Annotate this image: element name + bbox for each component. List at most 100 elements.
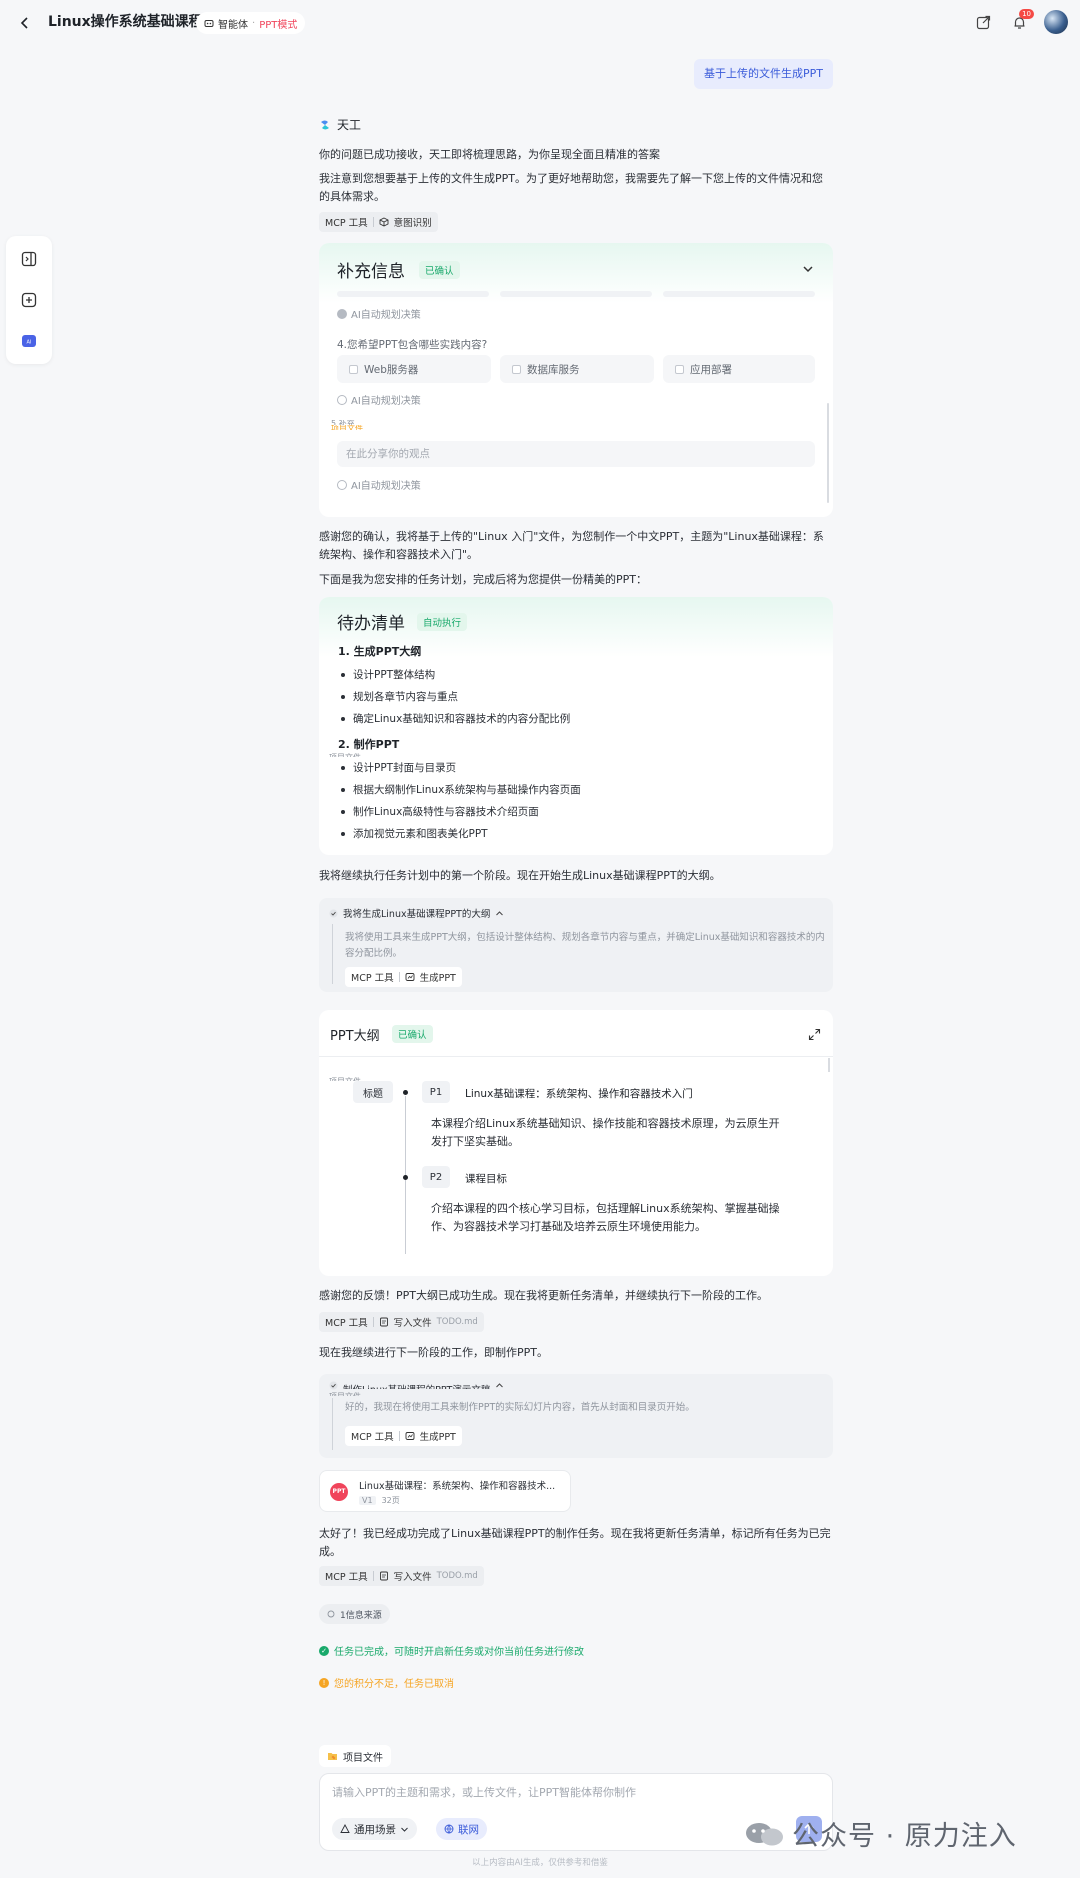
ai-auto-option-checked[interactable]: AI自动规划决策 <box>337 306 421 321</box>
option-label: Web服务器 <box>364 363 419 376</box>
scrollbar[interactable] <box>827 403 829 503</box>
source-icon <box>327 1610 335 1618</box>
ppt-icon <box>405 1432 415 1440</box>
scene-icon <box>340 1824 350 1833</box>
project-files-button[interactable]: 项目文件 <box>319 1745 391 1767</box>
faded-option <box>337 291 489 297</box>
step-description: 我将使用工具来生成PPT大纲，包括设计整体结构、规划各章节内容与重点，并确定Li… <box>345 932 825 959</box>
chevron-down-icon <box>401 1827 408 1832</box>
avatar[interactable] <box>1044 10 1068 34</box>
back-button[interactable] <box>14 12 36 34</box>
brand-icon: AI <box>22 335 36 347</box>
prompt-input[interactable]: 请输入PPT的主题和需求，或上传文件，让PPT智能体帮你制作 <box>332 1784 636 1800</box>
collapse-button[interactable] <box>801 261 815 280</box>
check-circle-icon <box>329 909 338 917</box>
watermark-text: 公众号 · 原力注入 <box>792 1821 1017 1852</box>
mode-indicator[interactable]: 智能体 · PPT模式 <box>196 12 306 34</box>
new-chat-button[interactable] <box>19 290 39 310</box>
divider <box>372 1571 374 1581</box>
todo-item: 添加视觉元素和图表美化PPT <box>341 826 488 841</box>
status-badge: 已确认 <box>392 1025 433 1043</box>
agent-header: 天工 <box>319 116 361 133</box>
step-connector <box>332 924 333 984</box>
reply-confirm: 感谢您的确认，我将基于上传的"Linux 入门"文件，为您制作一个中文PPT，主… <box>319 530 824 561</box>
reply-phase-1: 我将继续执行任务计划中的第一个阶段。现在开始生成Linux基础课程PPT的大纲。 <box>319 869 721 882</box>
status-task-done: ✓ 任务已完成，可随时开启新任务或对你当前任务进行修改 <box>319 1643 584 1658</box>
status-done-text: 任务已完成，可随时开启新任务或对你当前任务进行修改 <box>334 1647 584 1658</box>
todo-item: 设计PPT整体结构 <box>341 667 435 682</box>
todo-item-label: 确定Linux基础知识和容器技术的内容分配比例 <box>353 713 571 725</box>
option-web-server[interactable]: Web服务器 <box>337 355 491 383</box>
expand-icon <box>808 1028 821 1041</box>
step-header[interactable]: 我将生成Linux基础课程PPT的大纲 <box>329 906 504 920</box>
page-count: 32页 <box>381 1496 400 1505</box>
question-4: 4.您希望PPT包含哪些实践内容? <box>337 339 488 351</box>
tool-generate-label: 生成PPT <box>419 973 456 984</box>
tool-usage-write[interactable]: MCP 工具 写入文件 TODO.md <box>319 1312 484 1332</box>
ppt-mode-label: PPT模式 <box>259 19 298 31</box>
step-title: 制作Linux基础课程的PPT演示文稿 <box>343 1382 490 1389</box>
wechat-logo-icon <box>746 1822 783 1845</box>
expand-button[interactable] <box>808 1026 821 1045</box>
reply-complete: 太好了！我已经成功完成了Linux基础课程PPT的制作任务。现在我将更新任务清单… <box>319 1527 831 1558</box>
tool-mcp-label: MCP 工具 <box>351 1432 394 1443</box>
reply-next-phase: 现在我继续进行下一阶段的工作，即制作PPT。 <box>319 1346 548 1359</box>
ppt-file-meta: V1 32页 <box>359 1495 400 1506</box>
status-badge: 已确认 <box>419 261 460 279</box>
tool-usage-intent[interactable]: MCP 工具 意图识别 <box>319 212 438 232</box>
faded-option <box>663 291 815 297</box>
ai-auto-option[interactable]: AI自动规划决策 <box>337 477 421 492</box>
plus-square-icon <box>21 292 37 308</box>
checkbox-icon <box>349 364 358 374</box>
page-description: 本课程介绍Linux系统基础知识、操作技能和容器技术原理，为云原生开发打下坚实基… <box>431 1117 780 1148</box>
todo-item-label: 添加视觉元素和图表美化PPT <box>353 828 488 840</box>
page-id: P1 <box>422 1081 450 1103</box>
outline-bullet <box>403 1090 408 1095</box>
top-bar: Linux操作系统基础课程 智能体 · PPT模式 10 <box>0 0 1080 46</box>
tool-usage-write[interactable]: MCP 工具 写入文件 TODO.md <box>319 1566 484 1586</box>
sidebar-toggle-button[interactable] <box>19 249 39 269</box>
share-button[interactable] <box>972 11 994 33</box>
tool-usage-generate[interactable]: MCP 工具 生成PPT <box>345 1426 462 1446</box>
sidebar-expand-icon <box>21 251 37 267</box>
todo-item: 设计PPT封面与目录页 <box>341 760 456 775</box>
divider <box>372 217 374 227</box>
ai-disclaimer: 以上内容由AI生成，仅供参考和借鉴 <box>472 1858 608 1868</box>
overlap-text: 5.补充 项目文件 <box>331 420 363 430</box>
option-database[interactable]: 数据库服务 <box>500 355 654 383</box>
scene-selector[interactable]: 通用场景 <box>332 1818 417 1840</box>
faded-option <box>500 291 652 297</box>
notification-button[interactable]: 10 <box>1008 9 1034 33</box>
todo-item-label: 根据大纲制作Linux系统架构与基础操作内容页面 <box>353 784 581 796</box>
supplement-info-card: 补充信息 已确认 AI自动规划决策 4.您希望PPT包含哪些实践内容? Web服… <box>319 243 833 517</box>
left-toolbar: AI <box>6 236 52 364</box>
step-header[interactable]: 制作Linux基础课程的PPT演示文稿 <box>329 1381 504 1390</box>
ai-auto-option[interactable]: AI自动规划决策 <box>337 392 421 407</box>
check-icon: ✓ <box>319 1645 329 1656</box>
chevron-up-icon <box>496 910 504 915</box>
file-edit-icon <box>379 1571 388 1581</box>
web-search-toggle[interactable]: 联网 <box>436 1818 487 1840</box>
status-cancel-text: 您的积分不足，任务已取消 <box>334 1679 454 1690</box>
step-title: 我将生成Linux基础课程PPT的大纲 <box>343 909 491 920</box>
version-tag: V1 <box>359 1496 376 1505</box>
page-id: P2 <box>422 1166 450 1188</box>
outline-bullet <box>403 1175 408 1180</box>
app-logo-button[interactable]: AI <box>19 331 39 351</box>
user-message: 基于上传的文件生成PPT <box>694 59 833 89</box>
option-deployment[interactable]: 应用部署 <box>663 355 815 383</box>
ppt-file-card[interactable]: PPT Linux基础课程：系统架构、操作和容器技术... V1 32页 <box>319 1470 571 1512</box>
scrollbar[interactable] <box>828 1058 830 1072</box>
ppt-file-name: Linux基础课程：系统架构、操作和容器技术... <box>359 1481 556 1492</box>
robot-icon <box>204 20 214 27</box>
sources-button[interactable]: 1信息来源 <box>319 1604 390 1624</box>
step-description: 好的，我现在将使用工具来制作PPT的实际幻灯片内容，首先从封面和目录页开始。 <box>345 1402 695 1413</box>
page-title: Linux操作系统基础课程 <box>48 14 203 30</box>
tool-generate-label: 生成PPT <box>419 1432 456 1443</box>
outline-title: PPT大纲 <box>330 1029 380 1044</box>
divider <box>319 1056 833 1057</box>
tool-usage-generate[interactable]: MCP 工具 生成PPT <box>345 967 462 987</box>
share-opinion-input[interactable]: 在此分享你的观点 <box>337 441 815 467</box>
agent-mode-label: 智能体 <box>218 19 248 31</box>
watermark: 公众号 · 原力注入 <box>744 1814 1017 1853</box>
